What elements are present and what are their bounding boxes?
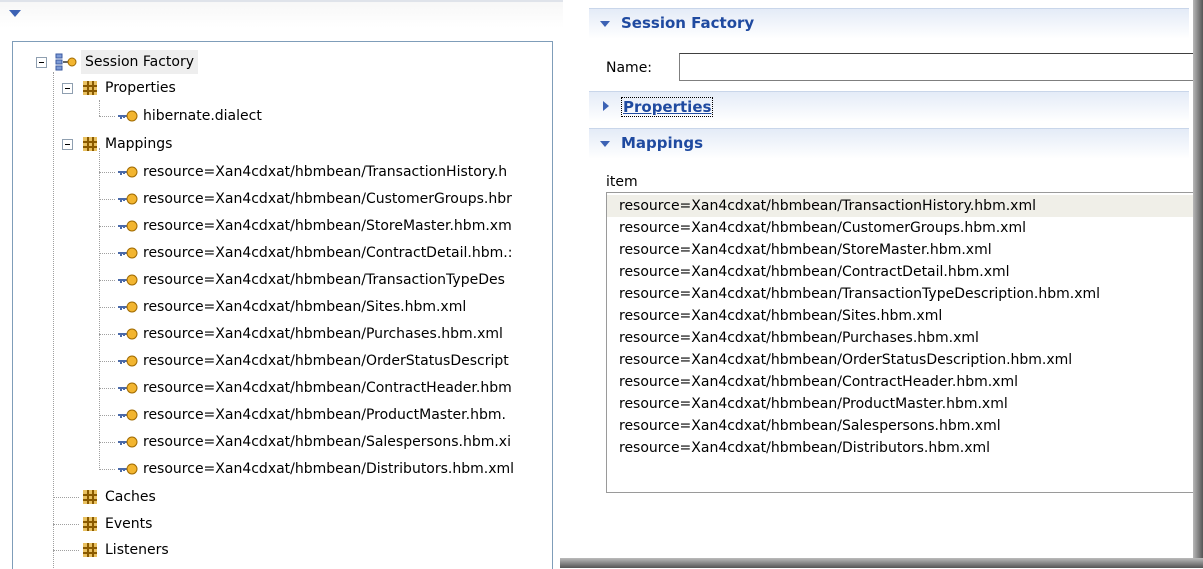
listeners-icon xyxy=(83,543,97,557)
mapping-label: resource=Xan4cdxat/hbmbean/ProductMaster… xyxy=(143,407,506,423)
mapping-key-icon xyxy=(118,382,138,394)
mappings-label: Mappings xyxy=(105,136,173,152)
list-item[interactable]: resource=Xan4cdxat/hbmbean/Purchases.hbm… xyxy=(607,327,1203,349)
session-factory-icon xyxy=(55,53,77,71)
session-factory-tree[interactable]: Session Factory Properties hibernate.dia… xyxy=(12,41,553,569)
tree-node-mapping[interactable]: resource=Xan4cdxat/hbmbean/TransactionTy… xyxy=(13,268,543,292)
mapping-key-icon xyxy=(118,328,138,340)
mapping-label: resource=Xan4cdxat/hbmbean/ContractDetai… xyxy=(143,245,513,261)
mappings-list[interactable]: resource=Xan4cdxat/hbmbean/TransactionHi… xyxy=(606,192,1203,493)
name-field[interactable] xyxy=(679,53,1203,81)
tree-node-mapping[interactable]: resource=Xan4cdxat/hbmbean/ContractHeade… xyxy=(13,376,543,400)
properties-icon xyxy=(83,81,97,95)
list-item[interactable]: resource=Xan4cdxat/hbmbean/ProductMaster… xyxy=(607,393,1203,415)
tree-node-mapping[interactable]: resource=Xan4cdxat/hbmbean/Purchases.hbm… xyxy=(13,322,543,346)
properties-section-header[interactable]: Properties xyxy=(589,91,1189,122)
tree-node-mapping[interactable]: resource=Xan4cdxat/hbmbean/OrderStatusDe… xyxy=(13,349,543,373)
mapping-key-icon xyxy=(118,247,138,259)
caches-icon xyxy=(83,490,97,504)
mapping-label: resource=Xan4cdxat/hbmbean/ContractHeade… xyxy=(143,380,512,396)
mappings-section-header[interactable]: Mappings xyxy=(589,128,1189,159)
events-icon xyxy=(83,517,97,531)
list-item[interactable]: resource=Xan4cdxat/hbmbean/CustomerGroup… xyxy=(607,217,1203,239)
collapse-icon[interactable] xyxy=(36,57,47,68)
list-item[interactable]: resource=Xan4cdxat/hbmbean/Salespersons.… xyxy=(607,415,1203,437)
session-factory-section-header[interactable]: Session Factory xyxy=(589,8,1189,39)
mapping-key-icon xyxy=(118,409,138,421)
mapping-key-icon xyxy=(118,436,138,448)
properties-label: Properties xyxy=(105,80,176,96)
mappings-section-title[interactable]: Mappings xyxy=(621,134,703,152)
mappings-icon xyxy=(83,137,97,151)
mapping-label: resource=Xan4cdxat/hbmbean/Salespersons.… xyxy=(143,434,511,450)
tree-node-mapping[interactable]: resource=Xan4cdxat/hbmbean/CustomerGroup… xyxy=(13,187,543,211)
list-item[interactable]: resource=Xan4cdxat/hbmbean/ContractHeade… xyxy=(607,371,1203,393)
caches-label: Caches xyxy=(105,489,156,505)
property-key-icon xyxy=(118,110,138,122)
mapping-key-icon xyxy=(118,463,138,475)
list-item[interactable]: resource=Xan4cdxat/hbmbean/StoreMaster.h… xyxy=(607,239,1203,261)
list-item[interactable]: resource=Xan4cdxat/hbmbean/ContractDetai… xyxy=(607,261,1203,283)
section-collapsed-icon[interactable] xyxy=(603,101,609,111)
tree-root-label: Session Factory xyxy=(81,50,199,74)
list-item[interactable]: resource=Xan4cdxat/hbmbean/TransactionHi… xyxy=(607,195,1203,217)
tree-node-mapping[interactable]: resource=Xan4cdxat/hbmbean/TransactionHi… xyxy=(13,160,543,184)
events-label: Events xyxy=(105,516,153,532)
tree-node-mapping[interactable]: resource=Xan4cdxat/hbmbean/ContractDetai… xyxy=(13,241,543,265)
mapping-key-icon xyxy=(118,274,138,286)
tree-node-mapping[interactable]: resource=Xan4cdxat/hbmbean/StoreMaster.h… xyxy=(13,214,543,238)
list-item[interactable]: resource=Xan4cdxat/hbmbean/Sites.hbm.xml xyxy=(607,305,1203,327)
mapping-label: resource=Xan4cdxat/hbmbean/TransactionHi… xyxy=(143,164,508,180)
collapse-icon[interactable] xyxy=(62,139,73,150)
list-item[interactable]: resource=Xan4cdxat/hbmbean/Distributors.… xyxy=(607,437,1203,459)
outline-toolbar xyxy=(0,0,563,28)
tree-node-mapping[interactable]: resource=Xan4cdxat/hbmbean/Sites.hbm.xml xyxy=(13,295,543,319)
property-label: hibernate.dialect xyxy=(143,108,262,124)
mapping-label: resource=Xan4cdxat/hbmbean/OrderStatusDe… xyxy=(143,353,509,369)
collapse-icon[interactable] xyxy=(62,83,73,94)
tree-node-mapping[interactable]: resource=Xan4cdxat/hbmbean/ProductMaster… xyxy=(13,403,543,427)
section-expanded-icon[interactable] xyxy=(600,21,610,27)
tree-node-caches[interactable]: Caches xyxy=(13,485,543,509)
tree-node-hibernate-dialect[interactable]: hibernate.dialect xyxy=(13,104,543,128)
tree-node-listeners[interactable]: Listeners xyxy=(13,538,543,562)
section-expanded-icon[interactable] xyxy=(600,141,610,147)
tree-node-mapping[interactable]: resource=Xan4cdxat/hbmbean/Distributors.… xyxy=(13,457,543,481)
item-label: item xyxy=(606,174,638,190)
tree-node-session-factory[interactable]: Session Factory xyxy=(13,50,543,74)
details-pane: Session Factory Name: Properties Mapping… xyxy=(589,0,1203,568)
window-shadow xyxy=(560,558,1203,568)
mapping-key-icon xyxy=(118,301,138,313)
mapping-label: resource=Xan4cdxat/hbmbean/TransactionTy… xyxy=(143,272,505,288)
mapping-label: resource=Xan4cdxat/hbmbean/CustomerGroup… xyxy=(143,191,512,207)
mapping-label: resource=Xan4cdxat/hbmbean/Sites.hbm.xml xyxy=(143,299,467,315)
outline-pane: Session Factory Properties hibernate.dia… xyxy=(0,0,566,569)
mapping-label: resource=Xan4cdxat/hbmbean/Distributors.… xyxy=(143,461,515,477)
view-menu-icon[interactable] xyxy=(9,10,21,17)
mapping-key-icon xyxy=(118,355,138,367)
list-item[interactable]: resource=Xan4cdxat/hbmbean/TransactionTy… xyxy=(607,283,1203,305)
mapping-label: resource=Xan4cdxat/hbmbean/StoreMaster.h… xyxy=(143,218,512,234)
mapping-key-icon xyxy=(118,193,138,205)
session-factory-section-title[interactable]: Session Factory xyxy=(621,14,754,32)
window-shadow xyxy=(1193,0,1203,568)
tree-node-events[interactable]: Events xyxy=(13,512,543,536)
tree-node-properties[interactable]: Properties xyxy=(13,76,543,100)
name-label: Name: xyxy=(606,60,653,76)
mapping-key-icon xyxy=(118,166,138,178)
properties-section-title[interactable]: Properties xyxy=(621,97,714,117)
listeners-label: Listeners xyxy=(105,542,169,558)
tree-node-mappings[interactable]: Mappings xyxy=(13,132,543,156)
mapping-label: resource=Xan4cdxat/hbmbean/Purchases.hbm… xyxy=(143,326,503,342)
mapping-key-icon xyxy=(118,220,138,232)
list-item[interactable]: resource=Xan4cdxat/hbmbean/OrderStatusDe… xyxy=(607,349,1203,371)
tree-node-mapping[interactable]: resource=Xan4cdxat/hbmbean/Salespersons.… xyxy=(13,430,543,454)
